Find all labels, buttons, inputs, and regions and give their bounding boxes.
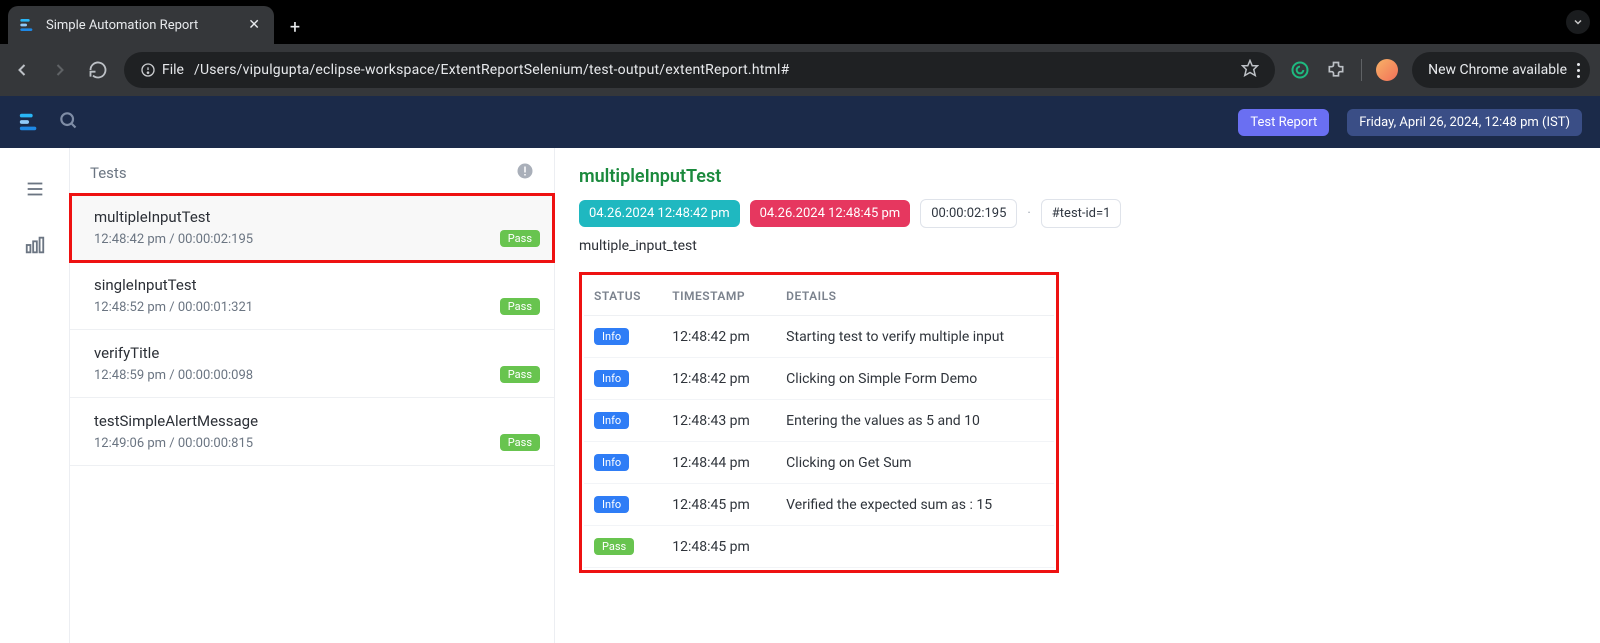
browser-tab-strip: Simple Automation Report ✕ + (0, 0, 1600, 44)
tests-pane: Tests multipleInputTest 12:48:42 pm / 00:… (70, 148, 555, 643)
app-header: Test Report Friday, April 26, 2024, 12:4… (0, 96, 1600, 148)
url-text: /Users/vipulgupta/eclipse-workspace/Exte… (194, 62, 789, 78)
test-item[interactable]: singleInputTest 12:48:52 pm / 00:00:01:32… (70, 262, 554, 330)
chip-separator: · (1027, 206, 1030, 221)
log-details: Clicking on Simple Form Demo (776, 358, 1054, 400)
duration-chip: 00:00:02:195 (920, 199, 1017, 228)
log-timestamp: 12:48:45 pm (662, 526, 776, 568)
log-row: Info 12:48:45 pmVerified the expected sum… (584, 484, 1054, 526)
log-details: Entering the values as 5 and 10 (776, 400, 1054, 442)
status-badge: Pass (500, 366, 540, 383)
col-status: STATUS (584, 277, 662, 316)
tab-close-icon[interactable]: ✕ (248, 17, 260, 33)
log-row: Info 12:48:42 pmStarting test to verify m… (584, 316, 1054, 358)
browser-tab-active[interactable]: Simple Automation Report ✕ (8, 6, 274, 44)
col-details: DETAILS (776, 277, 1054, 316)
test-list: multipleInputTest 12:48:42 pm / 00:00:02:… (70, 194, 554, 466)
log-row: Pass 12:48:45 pm (584, 526, 1054, 568)
detail-chips: 04.26.2024 12:48:42 pm 04.26.2024 12:48:… (579, 199, 1576, 228)
kebab-menu-icon (1577, 63, 1580, 78)
log-details (776, 526, 1054, 568)
tests-heading: Tests (90, 164, 127, 182)
log-status-badge: Info (594, 412, 629, 429)
profile-avatar-icon[interactable] (1376, 59, 1398, 81)
test-item-meta: 12:48:42 pm / 00:00:02:195 (94, 232, 538, 247)
file-scheme-badge: File (140, 62, 184, 78)
reload-button[interactable] (86, 58, 110, 82)
tab-title: Simple Automation Report (46, 18, 198, 33)
log-row: Info 12:48:44 pmClicking on Get Sum (584, 442, 1054, 484)
test-item[interactable]: testSimpleAlertMessage 12:49:06 pm / 00:0… (70, 398, 554, 466)
test-item-name: testSimpleAlertMessage (94, 412, 538, 430)
test-item-name: singleInputTest (94, 276, 538, 294)
status-badge: Pass (500, 298, 540, 315)
log-timestamp: 12:48:44 pm (662, 442, 776, 484)
tab-overflow[interactable] (1566, 0, 1590, 44)
toolbar-divider (1361, 59, 1362, 81)
log-status-badge: Info (594, 328, 629, 345)
log-status-badge: Pass (594, 538, 634, 555)
end-time-chip: 04.26.2024 12:48:45 pm (750, 200, 911, 227)
test-item-name: multipleInputTest (94, 208, 538, 226)
log-timestamp: 12:48:42 pm (662, 358, 776, 400)
log-status-badge: Info (594, 496, 629, 513)
test-report-pill[interactable]: Test Report (1238, 109, 1329, 136)
status-badge: Pass (500, 230, 540, 247)
test-item[interactable]: multipleInputTest 12:48:42 pm / 00:00:02:… (70, 194, 554, 262)
app-logo-icon (18, 111, 40, 133)
log-table: STATUS TIMESTAMP DETAILS Info 12:48:42 pm… (584, 277, 1054, 568)
status-badge: Pass (500, 434, 540, 451)
grammarly-icon[interactable] (1289, 59, 1311, 81)
test-item-name: verifyTitle (94, 344, 538, 362)
dashboard-icon[interactable] (24, 234, 46, 260)
test-item-meta: 12:48:59 pm / 00:00:00:098 (94, 368, 538, 383)
log-timestamp: 12:48:43 pm (662, 400, 776, 442)
tab-favicon-icon (18, 16, 36, 34)
log-timestamp: 12:48:42 pm (662, 316, 776, 358)
toolbar-right-icons: New Chrome available (1289, 52, 1590, 88)
alert-icon[interactable] (516, 162, 534, 184)
log-details: Clicking on Get Sum (776, 442, 1054, 484)
forward-button[interactable] (48, 58, 72, 82)
search-icon[interactable] (58, 110, 78, 134)
log-timestamp: 12:48:45 pm (662, 484, 776, 526)
list-view-icon[interactable] (24, 178, 46, 204)
col-timestamp: TIMESTAMP (662, 277, 776, 316)
detail-subtitle: multiple_input_test (579, 238, 1576, 254)
address-bar[interactable]: File /Users/vipulgupta/eclipse-workspace… (124, 52, 1275, 88)
side-rail (0, 148, 70, 643)
start-time-chip: 04.26.2024 12:48:42 pm (579, 200, 740, 227)
tag-chip: #test-id=1 (1041, 199, 1122, 228)
main-area: Tests multipleInputTest 12:48:42 pm / 00:… (0, 148, 1600, 643)
log-status-badge: Info (594, 454, 629, 471)
new-chrome-label: New Chrome available (1428, 62, 1567, 78)
test-item-meta: 12:48:52 pm / 00:00:01:321 (94, 300, 538, 315)
detail-pane: multipleInputTest 04.26.2024 12:48:42 pm… (555, 148, 1600, 643)
detail-title: multipleInputTest (579, 166, 1576, 187)
back-button[interactable] (10, 58, 34, 82)
log-details: Starting test to verify multiple input (776, 316, 1054, 358)
chevron-down-icon (1566, 10, 1590, 34)
new-chrome-available-button[interactable]: New Chrome available (1412, 52, 1590, 88)
test-item[interactable]: verifyTitle 12:48:59 pm / 00:00:00:098Pas… (70, 330, 554, 398)
bookmark-star-icon[interactable] (1241, 59, 1259, 81)
extensions-icon[interactable] (1325, 59, 1347, 81)
log-details: Verified the expected sum as : 15 (776, 484, 1054, 526)
log-status-badge: Info (594, 370, 629, 387)
new-tab-button[interactable]: + (280, 10, 310, 44)
datetime-pill: Friday, April 26, 2024, 12:48 pm (IST) (1347, 109, 1582, 136)
log-panel-highlighted: STATUS TIMESTAMP DETAILS Info 12:48:42 pm… (579, 272, 1059, 573)
browser-toolbar: File /Users/vipulgupta/eclipse-workspace… (0, 44, 1600, 96)
file-scheme-label: File (162, 62, 184, 78)
log-row: Info 12:48:43 pmEntering the values as 5 … (584, 400, 1054, 442)
test-item-meta: 12:49:06 pm / 00:00:00:815 (94, 436, 538, 451)
log-row: Info 12:48:42 pmClicking on Simple Form D… (584, 358, 1054, 400)
